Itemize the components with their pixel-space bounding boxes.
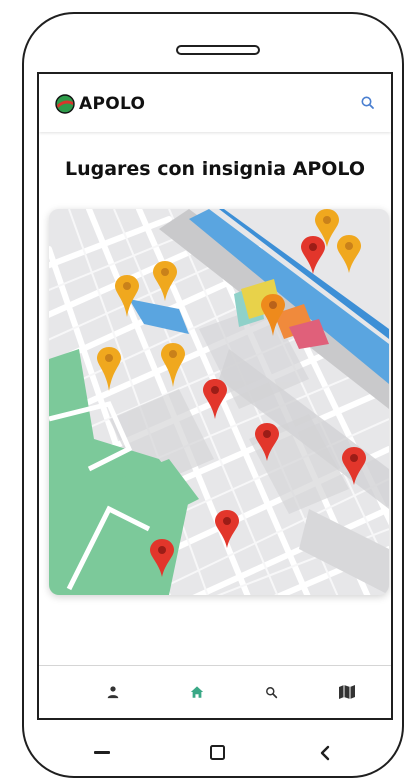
home-square-icon bbox=[210, 745, 225, 760]
phone-speaker bbox=[176, 45, 260, 55]
home-icon bbox=[190, 686, 204, 698]
badge-places-map[interactable] bbox=[49, 209, 389, 595]
brand-name: APOLO bbox=[79, 94, 146, 114]
app-screen: APOLO Lugares con insignia APOLO bbox=[37, 72, 393, 720]
map-illustration bbox=[49, 209, 389, 595]
search-icon bbox=[361, 96, 374, 109]
nav-map[interactable] bbox=[333, 678, 361, 706]
recents-bar-icon bbox=[94, 751, 110, 754]
nav-search[interactable] bbox=[257, 678, 285, 706]
apolo-logo-icon bbox=[55, 94, 75, 114]
home-button[interactable] bbox=[203, 738, 233, 768]
app-header: APOLO bbox=[39, 74, 391, 132]
header-search-button[interactable] bbox=[355, 90, 381, 116]
brand[interactable]: APOLO bbox=[55, 94, 145, 114]
person-icon bbox=[107, 686, 119, 699]
bottom-navigation bbox=[39, 665, 391, 718]
map-icon bbox=[339, 685, 355, 699]
system-navigation-bar bbox=[24, 720, 402, 780]
nav-profile[interactable] bbox=[99, 678, 127, 706]
phone-frame: APOLO Lugares con insignia APOLO bbox=[22, 12, 404, 778]
nav-home[interactable] bbox=[183, 678, 211, 706]
back-button[interactable] bbox=[310, 738, 340, 768]
recents-button[interactable] bbox=[87, 738, 117, 768]
search-icon bbox=[265, 686, 277, 698]
page-title: Lugares con insignia APOLO bbox=[65, 158, 365, 180]
back-chevron-icon bbox=[320, 745, 330, 761]
